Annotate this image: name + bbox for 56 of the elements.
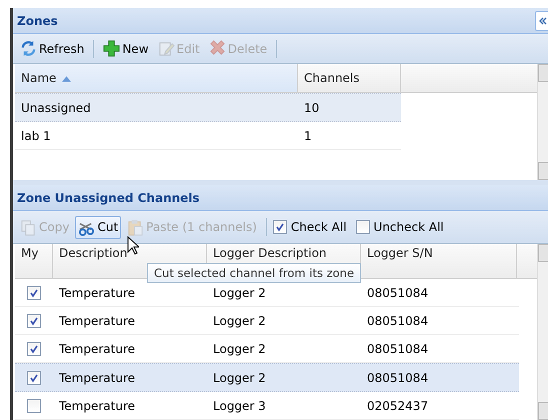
checkbox[interactable]	[27, 286, 41, 300]
pencil-paper-icon	[158, 40, 175, 57]
new-button[interactable]: New	[100, 37, 152, 60]
table-cell: 08051084	[367, 314, 428, 328]
checkbox[interactable]	[27, 370, 41, 384]
table-cell: Temperature	[59, 342, 136, 356]
collapse-icon[interactable]	[535, 10, 548, 30]
column-header[interactable]: Description	[59, 246, 128, 260]
panel-title: Zone Unassigned Channels	[17, 190, 200, 204]
table-cell: Temperature	[59, 286, 136, 300]
table-cell: Temperature	[59, 370, 136, 384]
refresh-icon	[20, 40, 37, 57]
cross-icon	[208, 40, 226, 57]
scrollbar[interactable]	[537, 244, 548, 420]
table-cell-text: 1	[303, 128, 313, 144]
copy-icon	[20, 218, 37, 236]
clipboard-icon	[127, 218, 144, 236]
table-cell: Logger 2	[213, 342, 266, 356]
plus-icon	[103, 40, 120, 57]
cut-button[interactable]: Cut	[75, 216, 122, 238]
scrollbar[interactable]	[537, 64, 548, 180]
table-cell-text: 10	[303, 100, 320, 116]
checkbox[interactable]	[272, 220, 287, 234]
table-cell: 02052437	[367, 398, 428, 412]
table-cell-text: lab 1	[20, 128, 52, 144]
tooltip: Cut selected channel from its zone	[147, 263, 362, 283]
checkbox[interactable]	[27, 342, 41, 356]
checkbox-label[interactable]: Check All	[290, 220, 347, 234]
table-cell: Logger 2	[213, 314, 266, 328]
checkbox[interactable]	[356, 220, 370, 234]
column-header[interactable]: Logger S/N	[367, 246, 433, 260]
checkbox[interactable]	[27, 314, 41, 328]
panel-title: Zones	[17, 14, 58, 28]
table-cell: Temperature	[59, 398, 136, 412]
sort-arrow-icon	[62, 74, 72, 82]
column-header[interactable]: Logger Description	[213, 246, 327, 260]
table-row[interactable]: Temperature Logger 2 08051084	[15, 363, 519, 392]
table-cell-text: Unassigned	[20, 100, 92, 116]
column-header[interactable]: Channels	[298, 64, 401, 92]
table-cell: 08051084	[367, 286, 428, 300]
table-cell: 08051084	[367, 342, 428, 356]
table-row[interactable]: Unassigned 10	[15, 93, 401, 122]
checkbox-label[interactable]: Uncheck All	[374, 220, 444, 234]
table-row[interactable]: Temperature Logger 3 02052437	[15, 392, 519, 420]
checkbox[interactable]	[27, 398, 41, 412]
refresh-button[interactable]: Refresh	[17, 37, 88, 60]
column-header[interactable]: My	[21, 246, 38, 260]
cursor-icon	[127, 236, 139, 255]
table-row[interactable]: Temperature Logger 2 08051084	[15, 307, 519, 335]
table-cell: Temperature	[59, 314, 136, 328]
table-cell: 08051084	[367, 370, 428, 384]
table-cell: Logger 3	[213, 398, 266, 412]
table-cell: Logger 2	[213, 370, 266, 384]
table-cell: Logger 2	[213, 286, 266, 300]
column-header[interactable]: Name	[15, 64, 298, 92]
table-row[interactable]: lab 1 1	[15, 122, 401, 150]
